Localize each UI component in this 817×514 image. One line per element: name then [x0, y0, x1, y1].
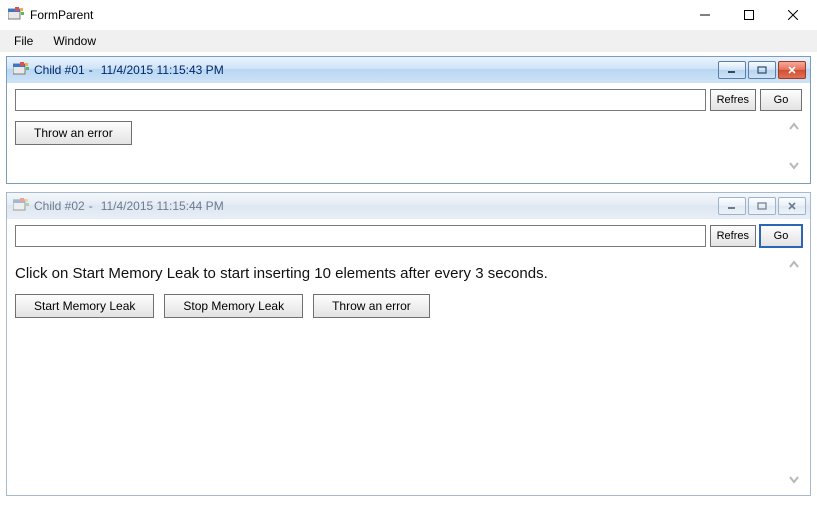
main-window-title: FormParent: [30, 8, 93, 22]
form-icon: [13, 198, 29, 215]
menu-file[interactable]: File: [4, 32, 43, 50]
scrollbar[interactable]: [786, 257, 802, 487]
child-client-1: Refres Go Throw an error: [7, 83, 810, 183]
content-text: Click on Start Memory Leak to start inse…: [15, 265, 802, 282]
child-maximize-button[interactable]: [748, 197, 776, 215]
child-client-2: Refres Go Click on Start Memory Leak to …: [7, 219, 810, 495]
child-titlebar-1[interactable]: Child #01 - 11/4/2015 11:15:43 PM: [7, 57, 810, 83]
refresh-button[interactable]: Refres: [710, 89, 756, 111]
child-timestamp-1: 11/4/2015 11:15:43 PM: [101, 63, 224, 77]
scrollbar[interactable]: [786, 119, 802, 173]
child-maximize-button[interactable]: [748, 61, 776, 79]
go-button[interactable]: Go: [760, 89, 802, 111]
go-button[interactable]: Go: [760, 225, 802, 247]
throw-error-button[interactable]: Throw an error: [15, 121, 132, 145]
scroll-up-icon[interactable]: [786, 119, 802, 135]
child-title-2: Child #02: [34, 199, 85, 213]
child-timestamp-2: 11/4/2015 11:15:44 PM: [101, 199, 224, 213]
menubar: File Window: [0, 30, 817, 52]
main-titlebar: FormParent: [0, 0, 817, 30]
throw-error-button[interactable]: Throw an error: [313, 294, 430, 318]
maximize-button[interactable]: [727, 1, 771, 29]
menu-window[interactable]: Window: [43, 32, 106, 50]
child-minimize-button[interactable]: [718, 61, 746, 79]
child-minimize-button[interactable]: [718, 197, 746, 215]
refresh-button[interactable]: Refres: [710, 225, 756, 247]
app-icon: [8, 7, 24, 24]
nav-row: Refres Go: [15, 89, 802, 111]
mdi-client-area: Child #01 - 11/4/2015 11:15:43 PM Refres…: [0, 52, 817, 514]
child-window-1: Child #01 - 11/4/2015 11:15:43 PM Refres…: [6, 56, 811, 184]
address-input[interactable]: [15, 225, 706, 247]
stop-memory-leak-button[interactable]: Stop Memory Leak: [164, 294, 303, 318]
nav-row: Refres Go: [15, 225, 802, 247]
close-button[interactable]: [771, 1, 815, 29]
minimize-button[interactable]: [683, 1, 727, 29]
start-memory-leak-button[interactable]: Start Memory Leak: [15, 294, 154, 318]
scroll-up-icon[interactable]: [786, 257, 802, 273]
child-window-2: Child #02 - 11/4/2015 11:15:44 PM Refres…: [6, 192, 811, 496]
form-icon: [13, 62, 29, 79]
child-titlebar-2[interactable]: Child #02 - 11/4/2015 11:15:44 PM: [7, 193, 810, 219]
address-input[interactable]: [15, 89, 706, 111]
child-title-1: Child #01: [34, 63, 85, 77]
child-close-button[interactable]: [778, 197, 806, 215]
scroll-down-icon[interactable]: [786, 157, 802, 173]
scroll-down-icon[interactable]: [786, 471, 802, 487]
child-close-button[interactable]: [778, 61, 806, 79]
